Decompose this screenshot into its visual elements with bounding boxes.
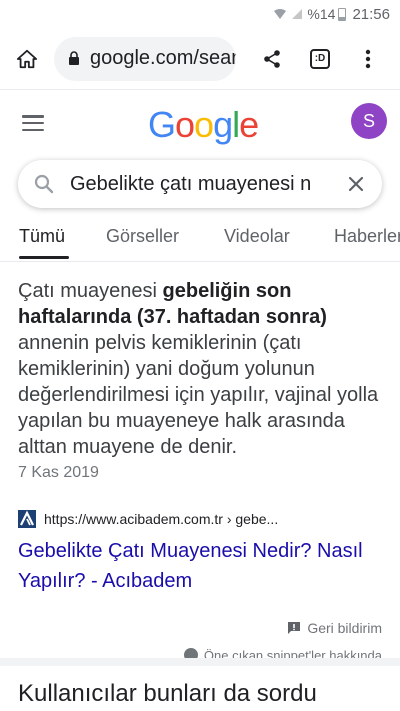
home-icon <box>16 49 38 68</box>
about-snippets-label: Öne çıkan snippet'ler hakkında <box>203 648 382 658</box>
logo-letter: o <box>194 104 214 145</box>
active-tab-indicator <box>19 256 69 259</box>
url-bar[interactable]: google.com/search <box>54 36 236 81</box>
share-icon <box>264 49 280 68</box>
browser-toolbar: google.com/search :D <box>0 28 400 90</box>
acibadem-favicon <box>18 510 36 528</box>
account-avatar[interactable]: S <box>351 103 387 139</box>
status-bar: %14 21:56 <box>0 0 400 28</box>
google-logo[interactable]: Google <box>148 104 259 146</box>
people-also-ask-heading: Kullanıcılar bunları da sordu <box>18 680 317 707</box>
tab-switcher-icon: :D <box>310 48 330 69</box>
share-button[interactable] <box>248 35 296 83</box>
feedback-icon <box>287 621 301 635</box>
snippet-date: 7 Kas 2019 <box>18 464 99 481</box>
clock: 21:56 <box>352 5 390 23</box>
logo-letter: g <box>213 104 233 145</box>
feedback-label: Geri bildirim <box>307 620 382 636</box>
logo-letter: G <box>148 104 176 145</box>
more-vertical-icon <box>365 49 371 68</box>
google-header: Google <box>0 90 400 156</box>
search-icon <box>18 174 70 194</box>
lock-icon <box>68 51 80 66</box>
tab-images[interactable]: Görseller <box>106 226 179 247</box>
result-source[interactable]: https://www.acibadem.com.tr › gebe... <box>18 510 384 528</box>
page: %14 21:56 google.com/search :D <box>0 0 400 711</box>
hamburger-menu-icon[interactable] <box>20 112 46 134</box>
help-icon <box>183 648 198 658</box>
tab-videos[interactable]: Videolar <box>224 226 290 247</box>
snippet-text-post: annenin pelvis kemiklerinin (çatı kemikl… <box>18 332 379 458</box>
snippet-text: Çatı muayenesi gebeliğin son haftalarınd… <box>18 278 384 460</box>
about-snippets-link[interactable]: Öne çıkan snippet'ler hakkında <box>183 648 382 658</box>
wifi-icon <box>273 8 287 20</box>
overflow-menu-button[interactable] <box>344 35 392 83</box>
feedback-button[interactable]: Geri bildirim <box>287 620 382 636</box>
clear-search-button[interactable] <box>330 176 382 192</box>
close-icon <box>348 176 364 192</box>
tab-news[interactable]: Haberler <box>334 226 400 247</box>
result-url: https://www.acibadem.com.tr › gebe... <box>44 511 279 527</box>
search-tabs: Tümü Görseller Videolar Haberler <box>0 218 400 262</box>
logo-letter: e <box>239 104 259 145</box>
battery-icon <box>338 7 347 21</box>
snippet-text-pre: Çatı muayenesi <box>18 280 163 302</box>
tab-all[interactable]: Tümü <box>19 226 65 247</box>
home-button[interactable] <box>0 28 54 90</box>
search-box[interactable]: Gebelikte çatı muayenesi n <box>18 160 382 208</box>
tab-switcher-button[interactable]: :D <box>296 35 344 83</box>
search-input[interactable]: Gebelikte çatı muayenesi n <box>70 173 330 196</box>
url-text: google.com/search <box>90 47 236 69</box>
section-divider <box>0 658 400 666</box>
logo-letter: o <box>175 104 195 145</box>
result-title-link[interactable]: Gebelikte Çatı Muayenesi Nedir? Nasıl Ya… <box>18 536 388 596</box>
battery-percent: %14 <box>307 6 336 22</box>
featured-snippet: Çatı muayenesi gebeliğin son haftalarınd… <box>18 278 384 482</box>
signal-icon <box>291 8 303 20</box>
